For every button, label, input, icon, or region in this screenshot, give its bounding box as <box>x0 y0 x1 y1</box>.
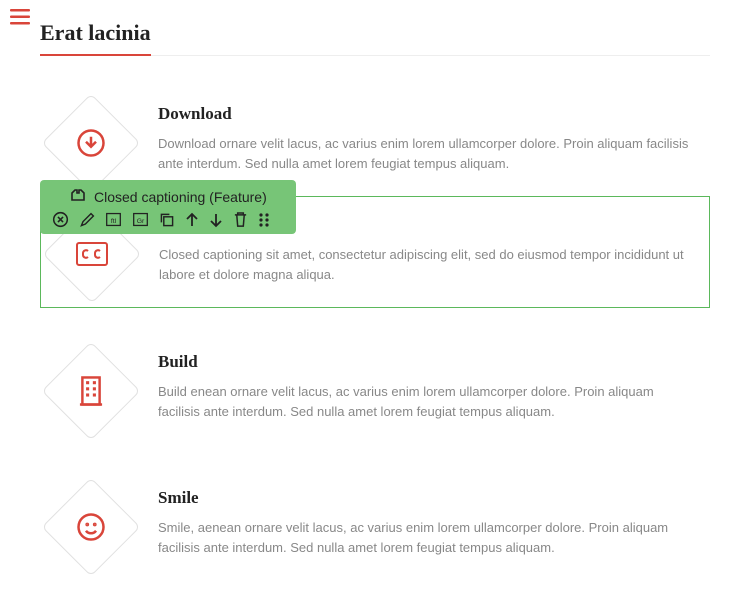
feature-icon-wrapper <box>56 108 126 178</box>
feature-title: Download <box>158 104 690 124</box>
feature-description: Download ornare velit lacus, ac varius e… <box>158 134 690 174</box>
feature-build[interactable]: Build Build enean ornare velit lacus, ac… <box>40 334 710 444</box>
feature-description: Build enean ornare velit lacus, ac variu… <box>158 382 690 422</box>
edit-button[interactable] <box>79 212 95 228</box>
move-down-button[interactable] <box>209 212 223 228</box>
drag-handle[interactable] <box>258 212 270 228</box>
smile-icon <box>56 492 126 562</box>
download-icon <box>56 108 126 178</box>
block-type-label: Closed captioning (Feature) <box>94 189 267 205</box>
svg-text:Gr: Gr <box>137 218 145 225</box>
page-title: Erat lacinia <box>40 20 151 56</box>
deselect-button[interactable] <box>52 211 69 228</box>
feature-description: Closed captioning sit amet, consectetur … <box>159 245 689 285</box>
feature-smile[interactable]: Smile Smile, aenean ornare velit lacus, … <box>40 470 710 580</box>
feature-title: Build <box>158 352 690 372</box>
grid-width-button[interactable]: Gr <box>132 211 149 228</box>
feature-icon-wrapper <box>56 356 126 426</box>
feature-icon-wrapper <box>56 492 126 562</box>
hamburger-menu-button[interactable] <box>10 8 30 31</box>
move-up-button[interactable] <box>185 212 199 228</box>
svg-text:ftl: ftl <box>111 218 117 225</box>
block-editor-toolbar: Closed captioning (Feature) ftl Gr <box>40 180 296 234</box>
feature-description: Smile, aenean ornare velit lacus, ac var… <box>158 518 690 558</box>
feature-title: Smile <box>158 488 690 508</box>
building-icon <box>56 356 126 426</box>
hamburger-icon <box>10 8 30 26</box>
block-type-icon <box>70 188 86 205</box>
fluid-width-button[interactable]: ftl <box>105 211 122 228</box>
delete-button[interactable] <box>233 211 248 228</box>
duplicate-button[interactable] <box>159 212 175 228</box>
